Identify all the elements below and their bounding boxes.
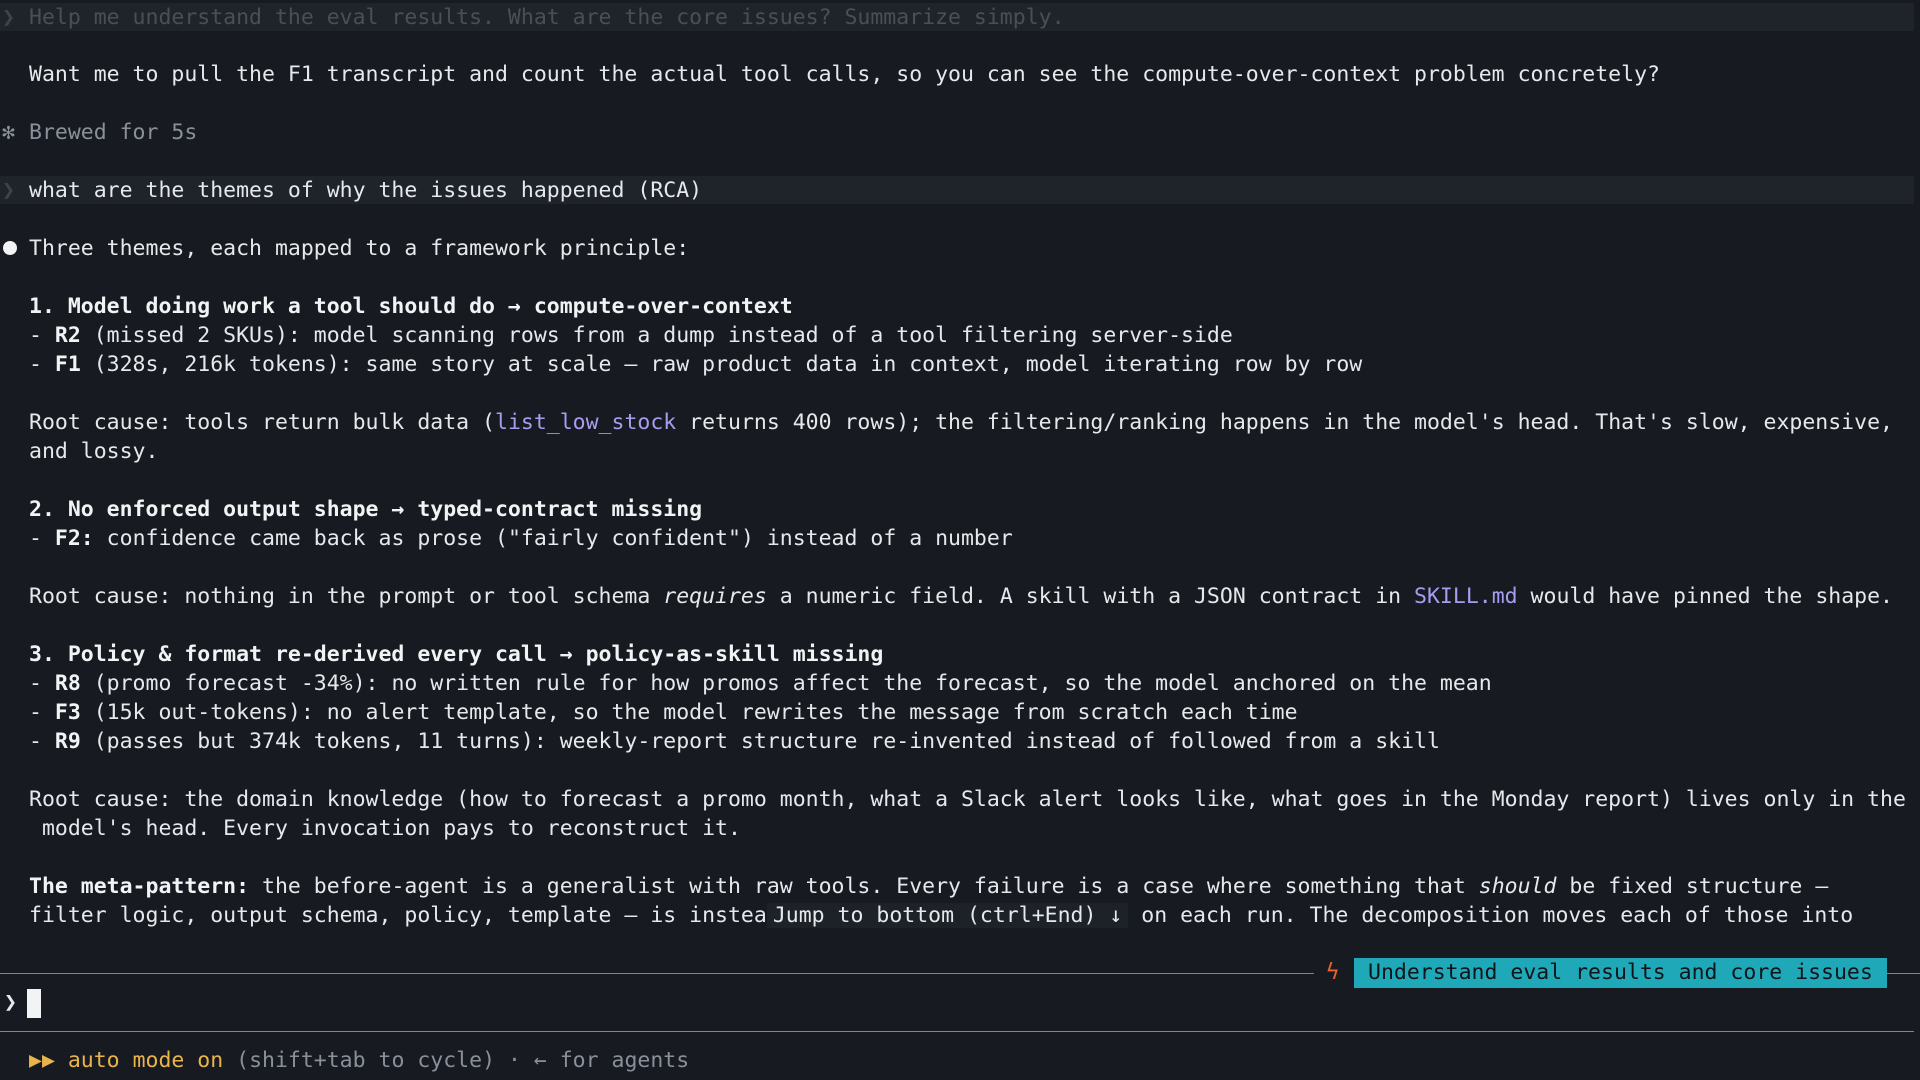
theme-3-item-r8: - R8 (promo forecast -34%): no written r… <box>29 671 1492 696</box>
input-top-divider-right <box>1887 973 1920 974</box>
theme-3-root-cause: Root cause: the domain knowledge (how to… <box>29 787 1906 812</box>
offer-message: Want me to pull the F1 transcript and co… <box>29 62 1660 87</box>
theme-2-heading: 2. No enforced output shape → typed-cont… <box>29 497 703 522</box>
meta-pattern-text: filter logic, output schema, policy, tem… <box>29 903 767 928</box>
theme-1-item-f1: - F1 (328s, 216k tokens): same story at … <box>29 352 1363 377</box>
root-cause-text: Root cause: tools return bulk data ( <box>29 410 495 435</box>
root-cause-text: returns 400 rows); the filtering/ranking… <box>676 410 1893 435</box>
item-label: F1 <box>54 352 81 377</box>
root-cause-text: Root cause: nothing in the prompt or too… <box>29 584 664 609</box>
input-prompt-icon: ❯ <box>4 990 17 1015</box>
prompt-marker: ❯ <box>2 5 15 30</box>
previous-user-prompt: Help me understand the eval results. Wha… <box>29 5 1065 30</box>
meta-pattern-label: The meta-pattern: <box>29 874 250 899</box>
meta-pattern-text: the before-agent is a generalist with ra… <box>249 874 1479 899</box>
meta-pattern-text: on each run. The decomposition moves eac… <box>1128 903 1854 928</box>
bolt-icon: ϟ <box>1326 960 1340 985</box>
item-text: (15k out-tokens): no alert template, so … <box>80 700 1298 725</box>
item-label: F2: <box>54 526 94 551</box>
input-bottom-divider <box>0 1031 1914 1032</box>
emphasis-text: should <box>1478 874 1557 899</box>
item-text: (passes but 374k tokens, 11 turns): week… <box>80 729 1440 754</box>
theme-1-root-cause: Root cause: tools return bulk data (list… <box>29 408 1893 437</box>
theme-3-root-cause-cont: model's head. Every invocation pays to r… <box>29 816 741 841</box>
code-link-skill-md[interactable]: SKILL.md <box>1414 584 1518 609</box>
theme-2-root-cause: Root cause: nothing in the prompt or too… <box>29 582 1893 611</box>
item-text: (328s, 216k tokens): same story at scale… <box>80 352 1363 377</box>
item-label: R8 <box>54 671 81 696</box>
emphasis-text: requires <box>663 584 767 609</box>
root-cause-text: a numeric field. A skill with a JSON con… <box>766 584 1415 609</box>
response-bullet-icon <box>3 241 17 255</box>
meta-pattern: The meta-pattern: the before-agent is a … <box>29 872 1828 901</box>
theme-3-item-f3: - F3 (15k out-tokens): no alert template… <box>29 700 1298 725</box>
user-prompt: what are the themes of why the issues ha… <box>29 178 703 203</box>
mode-hint: (shift+tab to cycle) · ← for agents <box>223 1048 690 1073</box>
meta-pattern-cont: filter logic, output schema, policy, tem… <box>29 901 1853 930</box>
item-text: confidence came back as prose ("fairly c… <box>93 526 1013 551</box>
theme-1-root-cause-cont: and lossy. <box>29 439 159 464</box>
brewed-status: Brewed for 5s <box>29 120 198 145</box>
prompt-marker: ❯ <box>2 178 15 203</box>
theme-2-item-f2: - F2: confidence came back as prose ("fa… <box>29 526 1013 551</box>
root-cause-text: would have pinned the shape. <box>1517 584 1893 609</box>
asterisk-icon: ✻ <box>2 120 15 145</box>
status-line: ▶▶ auto mode on (shift+tab to cycle) · ←… <box>29 1046 689 1076</box>
theme-1-heading: 1. Model doing work a tool should do → c… <box>29 294 793 319</box>
item-text: (promo forecast -34%): no written rule f… <box>80 671 1492 696</box>
input-cursor[interactable] <box>27 989 41 1018</box>
item-label: F3 <box>54 700 81 725</box>
theme-1-item-r2: - R2 (missed 2 SKUs): model scanning row… <box>29 323 1233 348</box>
item-label: R9 <box>54 729 81 754</box>
code-link-list-low-stock[interactable]: list_low_stock <box>495 410 676 435</box>
item-label: R2 <box>54 323 81 348</box>
fast-forward-icon: ▶▶ <box>29 1048 55 1073</box>
theme-3-item-r9: - R9 (passes but 374k tokens, 11 turns):… <box>29 729 1440 754</box>
session-title-badge: Understand eval results and core issues <box>1354 958 1887 988</box>
jump-to-bottom-button[interactable]: Jump to bottom (ctrl+End) ↓ <box>766 903 1129 928</box>
input-top-divider <box>0 973 1314 974</box>
item-text: (missed 2 SKUs): model scanning rows fro… <box>80 323 1233 348</box>
auto-mode-indicator[interactable]: auto mode on <box>68 1048 223 1073</box>
response-intro: Three themes, each mapped to a framework… <box>29 236 690 261</box>
theme-3-heading: 3. Policy & format re-derived every call… <box>29 642 884 667</box>
meta-pattern-text: be fixed structure — <box>1556 874 1829 899</box>
